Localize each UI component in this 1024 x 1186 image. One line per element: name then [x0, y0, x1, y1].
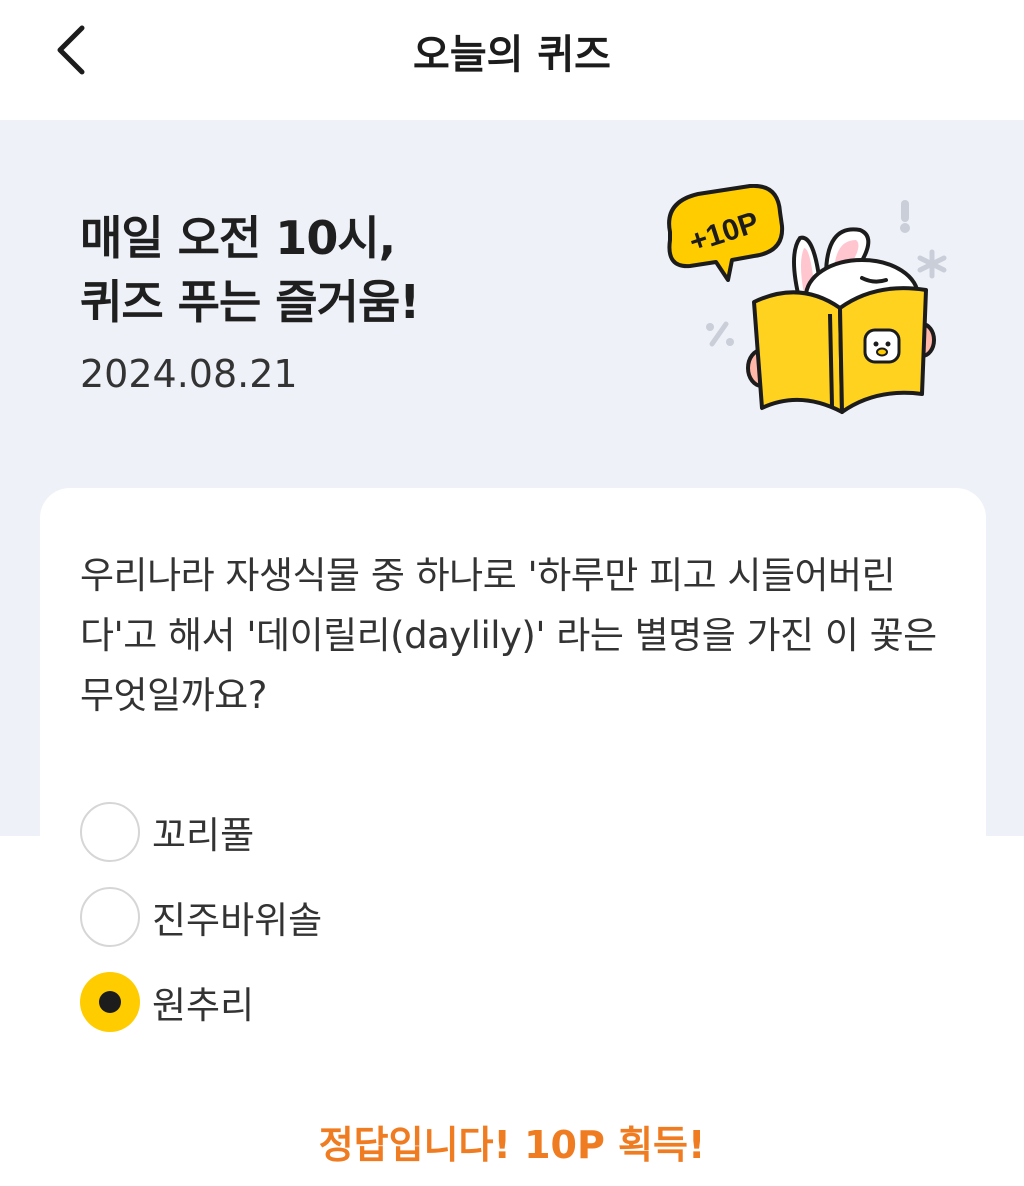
hero-title-line2: 퀴즈 푸는 즐거움!	[80, 275, 420, 329]
result-message: 정답입니다! 10P 획득!	[318, 1123, 706, 1167]
page-title: 오늘의 퀴즈	[413, 32, 611, 78]
radio-unchecked-icon[interactable]	[80, 802, 140, 862]
rabbit-reading-book-illustration: +10P	[667, 184, 947, 414]
radio-checked-icon[interactable]	[80, 972, 140, 1032]
quiz-date: 2024.08.21	[80, 352, 298, 396]
answer-option-2[interactable]: 진주바위솔	[80, 885, 680, 949]
points-badge-bubble: +10P	[667, 184, 785, 282]
answer-option-3[interactable]: 원추리	[80, 970, 680, 1034]
hero-title: 매일 오전 10시, 퀴즈 푸는 즐거움!	[80, 206, 420, 334]
app-header: 오늘의 퀴즈	[0, 0, 1024, 120]
answer-option-label: 원추리	[152, 984, 255, 1027]
quiz-question: 우리나라 자생식물 중 하나로 '하루만 피고 시들어버린다'고 해서 '데이릴…	[80, 554, 937, 717]
quiz-card: 우리나라 자생식물 중 하나로 '하루만 피고 시들어버린다'고 해서 '데이릴…	[40, 488, 986, 1186]
radio-unchecked-icon[interactable]	[80, 887, 140, 947]
hero-title-line1: 매일 오전 10시,	[80, 211, 396, 265]
answer-option-label: 꼬리풀	[152, 814, 255, 857]
radio-dot	[99, 991, 121, 1013]
answer-option-label: 진주바위솔	[152, 899, 323, 942]
yellow-book	[752, 286, 928, 414]
answer-option-1[interactable]: 꼬리풀	[80, 800, 680, 864]
